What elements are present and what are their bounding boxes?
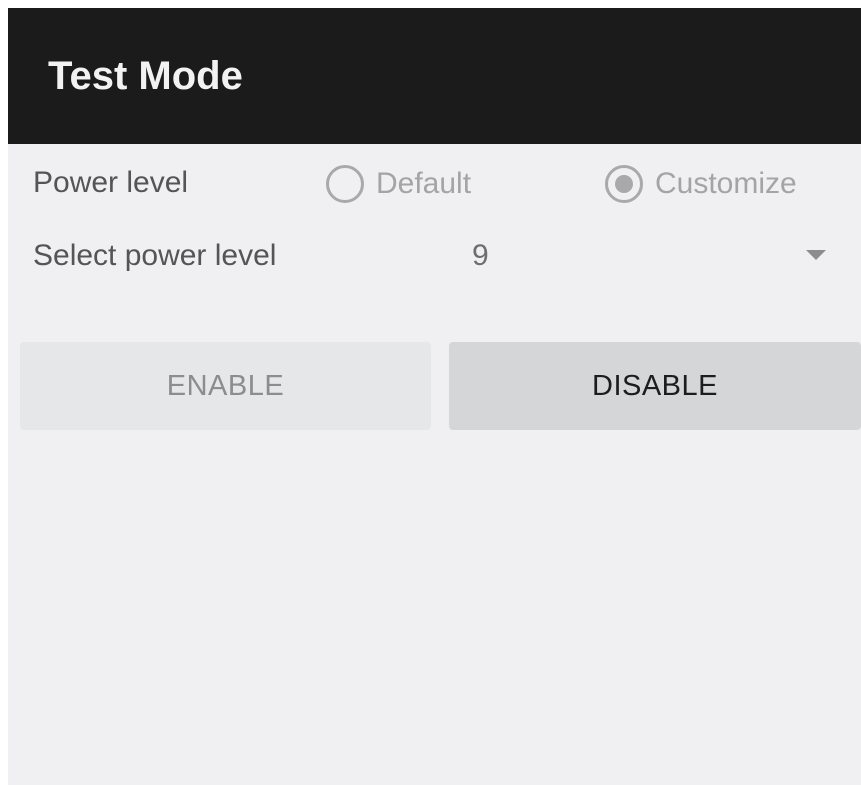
enable-button[interactable]: ENABLE <box>20 342 431 430</box>
spinner-selected-value: 9 <box>472 239 489 272</box>
radio-unchecked-icon <box>326 165 364 203</box>
dropdown-arrow-icon <box>806 250 826 260</box>
disable-button[interactable]: DISABLE <box>449 342 861 430</box>
power-level-spinner[interactable]: 9 <box>428 232 858 280</box>
page-title: Test Mode <box>48 54 243 98</box>
radio-customize[interactable]: Customize <box>605 165 797 203</box>
select-power-level-label: Select power level <box>33 239 277 272</box>
power-level-label: Power level <box>33 166 189 199</box>
radio-default[interactable]: Default <box>326 165 471 203</box>
radio-customize-label: Customize <box>655 167 797 200</box>
app-toolbar: Test Mode <box>8 8 861 144</box>
radio-default-label: Default <box>376 167 472 200</box>
test-mode-screen: Test Mode Power level Default Customize … <box>8 8 861 785</box>
radio-checked-icon <box>605 165 643 203</box>
